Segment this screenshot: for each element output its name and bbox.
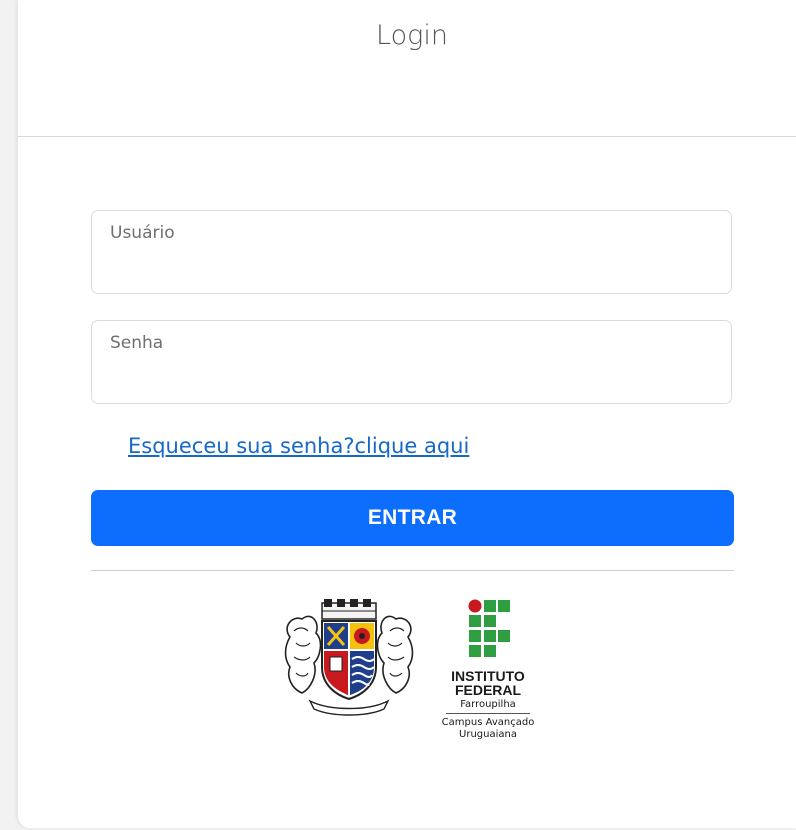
password-input[interactable] bbox=[110, 333, 710, 353]
page-title: Login bbox=[376, 20, 448, 51]
if-campus-line2: Uruguaiana bbox=[459, 729, 517, 740]
username-field[interactable] bbox=[91, 210, 732, 294]
forgot-password-link[interactable]: Esqueceu sua senha?clique aqui bbox=[128, 434, 469, 458]
if-title-line2: FEDERAL bbox=[454, 682, 522, 698]
if-campus-line1: Campus Avançado bbox=[441, 717, 535, 728]
if-grid-icon bbox=[468, 599, 510, 657]
divider bbox=[91, 570, 734, 571]
card-header: Login bbox=[18, 0, 796, 137]
instituto-federal-logo: INSTITUTO FEDERAL Farroupilha Campus Ava… bbox=[428, 599, 548, 759]
if-title-line1: INSTITUTO bbox=[451, 668, 525, 684]
login-card: Login Esqueceu sua senha?clique aqui ENT… bbox=[18, 0, 796, 828]
if-name: Farroupilha bbox=[460, 699, 516, 710]
password-field[interactable] bbox=[91, 320, 732, 404]
username-input[interactable] bbox=[110, 223, 710, 243]
if-separator bbox=[446, 713, 530, 714]
coat-of-arms-logo bbox=[284, 599, 414, 716]
logos-section: INSTITUTO FEDERAL Farroupilha Campus Ava… bbox=[18, 595, 796, 765]
login-button[interactable]: ENTRAR bbox=[91, 490, 734, 546]
